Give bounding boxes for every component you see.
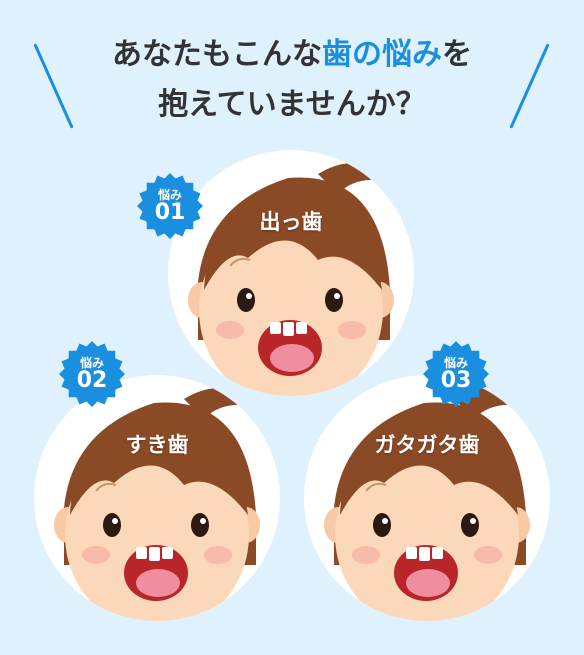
concern-card-crooked-teeth: ガタガタ歯: [304, 375, 550, 621]
concern-badge-01: 悩み 01: [136, 172, 204, 240]
girl-face-illustration: [324, 388, 530, 621]
title-text-pre: あなたもこんな: [112, 37, 322, 72]
concern-card-gapped-teeth: すき歯: [34, 375, 280, 621]
concern-title: ガタガタ歯: [374, 433, 480, 457]
badge-number: 03: [440, 368, 472, 393]
title-text-accent: 歯の悩み: [322, 37, 442, 72]
title-text-post: を: [442, 37, 472, 72]
title-line-2: 抱えていませんか？: [158, 87, 426, 122]
concern-badge-03: 悩み 03: [422, 340, 490, 408]
girl-face-illustration: [188, 163, 394, 396]
concern-title: 出っ歯: [259, 210, 323, 234]
page-title: あなたもこんな歯の悩みを 抱えていませんか？: [0, 30, 584, 130]
concern-badge-02: 悩み 02: [58, 340, 126, 408]
concern-card-protruding-teeth: 出っ歯: [168, 150, 414, 396]
badge-number: 02: [76, 368, 108, 393]
girl-face-illustration: [54, 388, 260, 621]
badge-number: 01: [154, 200, 186, 225]
title-line-1: あなたもこんな歯の悩みを: [0, 30, 584, 80]
concern-title: すき歯: [125, 433, 189, 457]
